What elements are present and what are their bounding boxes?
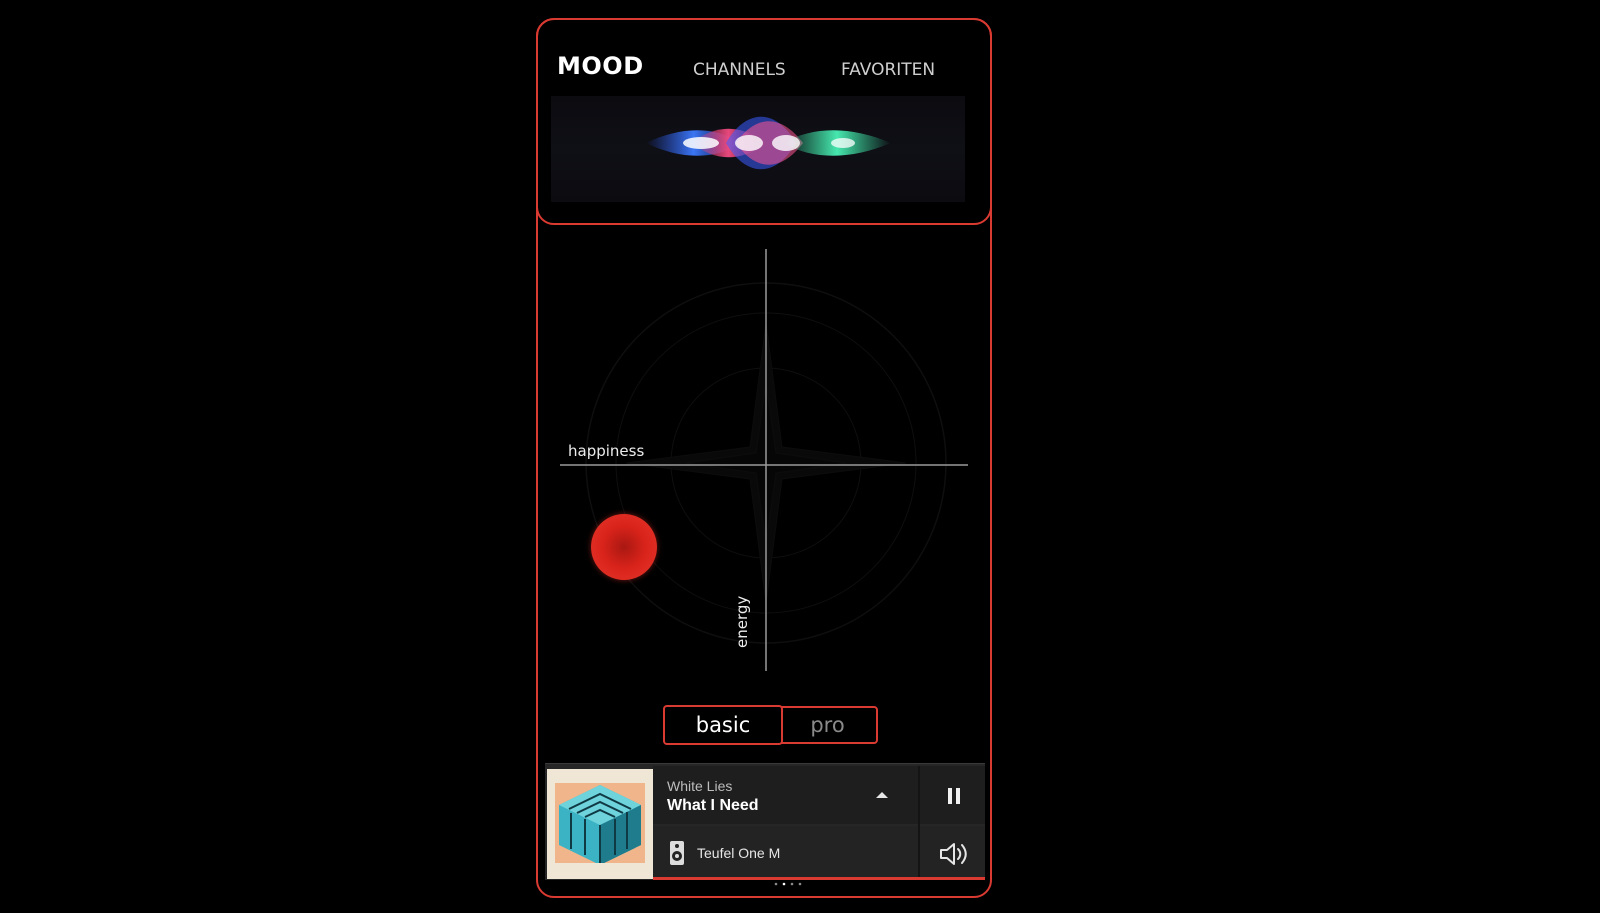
tab-channels[interactable]: CHANNELS [693, 60, 786, 80]
track-title: What I Need [667, 797, 759, 814]
now-playing-section[interactable] [653, 766, 985, 824]
audio-waveform [551, 96, 965, 202]
pause-icon[interactable] [940, 782, 968, 810]
album-cover-graphic [555, 779, 645, 867]
mode-pro-button[interactable]: pro [777, 706, 878, 744]
volume-icon[interactable] [937, 840, 969, 868]
tab-mood[interactable]: MOOD [557, 52, 644, 80]
waveform-graphic [561, 116, 955, 170]
output-device-name[interactable]: Teufel One M [697, 845, 780, 861]
page-indicator [773, 873, 803, 886]
tab-favoriten[interactable]: FAVORITEN [841, 60, 935, 80]
energy-axis-label: energy [733, 595, 751, 648]
speaker-device-icon [668, 840, 686, 866]
mood-field-graphic [560, 249, 968, 671]
mood-field[interactable] [560, 245, 968, 675]
player-vertical-divider [918, 766, 920, 880]
playback-progress[interactable] [653, 877, 985, 880]
happiness-axis-label: happiness [568, 442, 645, 460]
chevron-up-icon[interactable] [872, 788, 892, 802]
mode-basic-button[interactable]: basic [663, 705, 783, 745]
album-art [547, 769, 653, 879]
mood-selector-handle[interactable] [591, 514, 657, 580]
artist-name: White Lies [667, 778, 733, 794]
app-stage: MOOD CHANNELS FAVORITEN happiness energy… [0, 0, 1600, 913]
